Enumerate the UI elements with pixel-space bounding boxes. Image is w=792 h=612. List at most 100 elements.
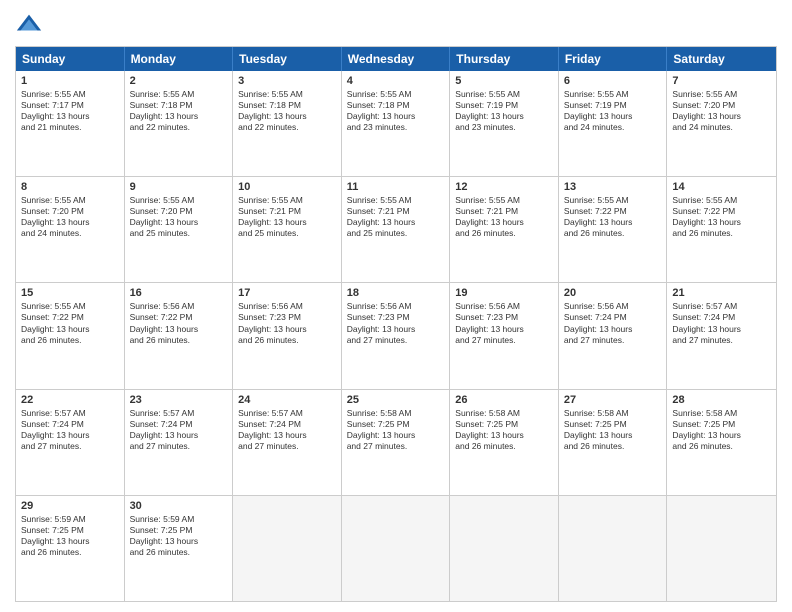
day-number: 5 — [455, 75, 553, 87]
weekday-header: Wednesday — [342, 47, 451, 71]
weekday-header: Sunday — [16, 47, 125, 71]
cell-info: Sunrise: 5:55 AM Sunset: 7:18 PM Dayligh… — [238, 89, 336, 133]
cell-info: Sunrise: 5:57 AM Sunset: 7:24 PM Dayligh… — [21, 408, 119, 452]
day-number: 2 — [130, 75, 228, 87]
logo-icon — [15, 10, 43, 38]
calendar-cell: 10Sunrise: 5:55 AM Sunset: 7:21 PM Dayli… — [233, 177, 342, 282]
cell-info: Sunrise: 5:55 AM Sunset: 7:21 PM Dayligh… — [455, 195, 553, 239]
weekday-header: Thursday — [450, 47, 559, 71]
cell-info: Sunrise: 5:58 AM Sunset: 7:25 PM Dayligh… — [672, 408, 771, 452]
cell-info: Sunrise: 5:56 AM Sunset: 7:24 PM Dayligh… — [564, 301, 662, 345]
calendar: SundayMondayTuesdayWednesdayThursdayFrid… — [15, 46, 777, 602]
calendar-cell: 7 Sunrise: 5:55 AM Sunset: 7:20 PM Daylig… — [667, 71, 776, 176]
cell-info: Sunrise: 5:56 AM Sunset: 7:22 PM Dayligh… — [130, 301, 228, 345]
cell-info: Sunrise: 5:59 AM Sunset: 7:25 PM Dayligh… — [21, 514, 119, 558]
calendar-row: 8 Sunrise: 5:55 AM Sunset: 7:20 PM Daylig… — [16, 177, 776, 283]
calendar-cell: 9 Sunrise: 5:55 AM Sunset: 7:20 PM Daylig… — [125, 177, 234, 282]
cell-info: Sunrise: 5:56 AM Sunset: 7:23 PM Dayligh… — [238, 301, 336, 345]
weekday-header: Monday — [125, 47, 234, 71]
day-number: 29 — [21, 500, 119, 512]
empty-cell — [450, 496, 559, 601]
day-number: 20 — [564, 287, 662, 299]
cell-info: Sunrise: 5:55 AM Sunset: 7:22 PM Dayligh… — [21, 301, 119, 345]
cell-info: Sunrise: 5:55 AM Sunset: 7:20 PM Dayligh… — [672, 89, 771, 133]
day-number: 7 — [672, 75, 771, 87]
cell-info: Sunrise: 5:55 AM Sunset: 7:18 PM Dayligh… — [130, 89, 228, 133]
calendar-cell: 15 Sunrise: 5:55 AM Sunset: 7:22 PM Dayli… — [16, 283, 125, 388]
calendar-cell: 21 Sunrise: 5:57 AM Sunset: 7:24 PM Dayli… — [667, 283, 776, 388]
day-number: 17 — [238, 287, 336, 299]
calendar-cell: 4 Sunrise: 5:55 AM Sunset: 7:18 PM Daylig… — [342, 71, 451, 176]
calendar-row: 15 Sunrise: 5:55 AM Sunset: 7:22 PM Dayli… — [16, 283, 776, 389]
calendar-cell: 26 Sunrise: 5:58 AM Sunset: 7:25 PM Dayli… — [450, 390, 559, 495]
empty-cell — [342, 496, 451, 601]
cell-info: Sunrise: 5:55 AM Sunset: 7:21 PM Dayligh… — [238, 195, 336, 239]
calendar-body: 1Sunrise: 5:55 AM Sunset: 7:17 PM Daylig… — [16, 71, 776, 601]
calendar-cell: 17 Sunrise: 5:56 AM Sunset: 7:23 PM Dayli… — [233, 283, 342, 388]
day-number: 9 — [130, 181, 228, 193]
calendar-header: SundayMondayTuesdayWednesdayThursdayFrid… — [16, 47, 776, 71]
cell-info: Sunrise: 5:57 AM Sunset: 7:24 PM Dayligh… — [672, 301, 771, 345]
day-number: 24 — [238, 394, 336, 406]
calendar-cell: 13 Sunrise: 5:55 AM Sunset: 7:22 PM Dayli… — [559, 177, 668, 282]
weekday-header: Friday — [559, 47, 668, 71]
cell-info: Sunrise: 5:56 AM Sunset: 7:23 PM Dayligh… — [347, 301, 445, 345]
calendar-cell: 14 Sunrise: 5:55 AM Sunset: 7:22 PM Dayli… — [667, 177, 776, 282]
calendar-row: 22Sunrise: 5:57 AM Sunset: 7:24 PM Dayli… — [16, 390, 776, 496]
day-number: 13 — [564, 181, 662, 193]
calendar-cell: 18 Sunrise: 5:56 AM Sunset: 7:23 PM Dayli… — [342, 283, 451, 388]
calendar-cell: 23 Sunrise: 5:57 AM Sunset: 7:24 PM Dayli… — [125, 390, 234, 495]
day-number: 4 — [347, 75, 445, 87]
weekday-header: Saturday — [667, 47, 776, 71]
cell-info: Sunrise: 5:57 AM Sunset: 7:24 PM Dayligh… — [130, 408, 228, 452]
empty-cell — [559, 496, 668, 601]
calendar-cell: 5Sunrise: 5:55 AM Sunset: 7:19 PM Daylig… — [450, 71, 559, 176]
calendar-cell: 20 Sunrise: 5:56 AM Sunset: 7:24 PM Dayli… — [559, 283, 668, 388]
calendar-cell: 19 Sunrise: 5:56 AM Sunset: 7:23 PM Dayli… — [450, 283, 559, 388]
calendar-cell: 22Sunrise: 5:57 AM Sunset: 7:24 PM Dayli… — [16, 390, 125, 495]
day-number: 21 — [672, 287, 771, 299]
weekday-header: Tuesday — [233, 47, 342, 71]
cell-info: Sunrise: 5:58 AM Sunset: 7:25 PM Dayligh… — [564, 408, 662, 452]
cell-info: Sunrise: 5:55 AM Sunset: 7:22 PM Dayligh… — [672, 195, 771, 239]
calendar-row: 29 Sunrise: 5:59 AM Sunset: 7:25 PM Dayli… — [16, 496, 776, 601]
cell-info: Sunrise: 5:59 AM Sunset: 7:25 PM Dayligh… — [130, 514, 228, 558]
day-number: 18 — [347, 287, 445, 299]
day-number: 3 — [238, 75, 336, 87]
calendar-cell: 24Sunrise: 5:57 AM Sunset: 7:24 PM Dayli… — [233, 390, 342, 495]
day-number: 6 — [564, 75, 662, 87]
cell-info: Sunrise: 5:56 AM Sunset: 7:23 PM Dayligh… — [455, 301, 553, 345]
cell-info: Sunrise: 5:55 AM Sunset: 7:18 PM Dayligh… — [347, 89, 445, 133]
day-number: 27 — [564, 394, 662, 406]
day-number: 25 — [347, 394, 445, 406]
header — [15, 10, 777, 38]
day-number: 12 — [455, 181, 553, 193]
calendar-cell: 29 Sunrise: 5:59 AM Sunset: 7:25 PM Dayli… — [16, 496, 125, 601]
calendar-cell: 11Sunrise: 5:55 AM Sunset: 7:21 PM Dayli… — [342, 177, 451, 282]
calendar-cell: 28 Sunrise: 5:58 AM Sunset: 7:25 PM Dayli… — [667, 390, 776, 495]
cell-info: Sunrise: 5:58 AM Sunset: 7:25 PM Dayligh… — [347, 408, 445, 452]
day-number: 11 — [347, 181, 445, 193]
calendar-cell: 6 Sunrise: 5:55 AM Sunset: 7:19 PM Daylig… — [559, 71, 668, 176]
empty-cell — [233, 496, 342, 601]
calendar-row: 1Sunrise: 5:55 AM Sunset: 7:17 PM Daylig… — [16, 71, 776, 177]
day-number: 23 — [130, 394, 228, 406]
cell-info: Sunrise: 5:55 AM Sunset: 7:17 PM Dayligh… — [21, 89, 119, 133]
day-number: 26 — [455, 394, 553, 406]
day-number: 14 — [672, 181, 771, 193]
calendar-page: SundayMondayTuesdayWednesdayThursdayFrid… — [0, 0, 792, 612]
day-number: 19 — [455, 287, 553, 299]
cell-info: Sunrise: 5:55 AM Sunset: 7:20 PM Dayligh… — [21, 195, 119, 239]
calendar-cell: 12 Sunrise: 5:55 AM Sunset: 7:21 PM Dayli… — [450, 177, 559, 282]
day-number: 15 — [21, 287, 119, 299]
cell-info: Sunrise: 5:55 AM Sunset: 7:19 PM Dayligh… — [564, 89, 662, 133]
calendar-cell: 1Sunrise: 5:55 AM Sunset: 7:17 PM Daylig… — [16, 71, 125, 176]
day-number: 30 — [130, 500, 228, 512]
cell-info: Sunrise: 5:58 AM Sunset: 7:25 PM Dayligh… — [455, 408, 553, 452]
calendar-cell: 2 Sunrise: 5:55 AM Sunset: 7:18 PM Daylig… — [125, 71, 234, 176]
cell-info: Sunrise: 5:55 AM Sunset: 7:22 PM Dayligh… — [564, 195, 662, 239]
empty-cell — [667, 496, 776, 601]
day-number: 28 — [672, 394, 771, 406]
day-number: 8 — [21, 181, 119, 193]
cell-info: Sunrise: 5:55 AM Sunset: 7:20 PM Dayligh… — [130, 195, 228, 239]
